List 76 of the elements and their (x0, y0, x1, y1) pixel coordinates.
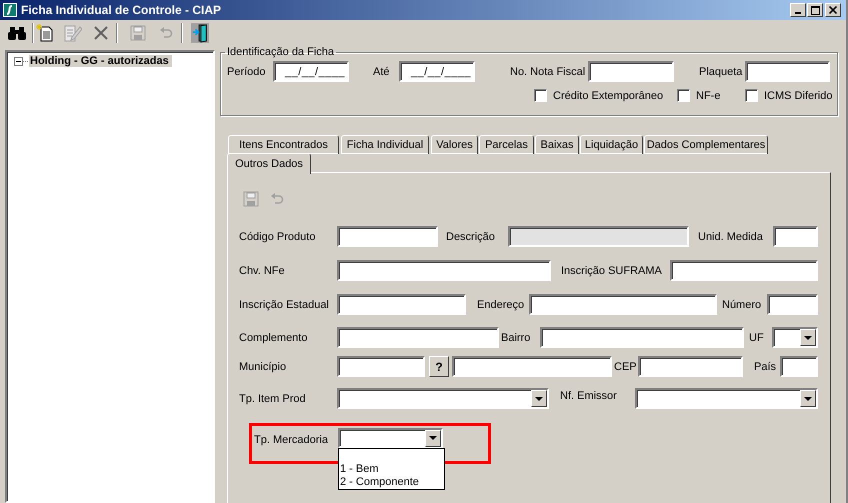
input-field[interactable] (780, 356, 818, 377)
maximize-button[interactable] (807, 3, 823, 17)
field-label: Inscrição Estadual (239, 298, 330, 310)
tab[interactable]: Itens Encontrados (228, 135, 339, 154)
input-field[interactable] (638, 356, 743, 377)
dropdown-button[interactable] (800, 329, 816, 346)
field-label: Tp. Item Prod (239, 392, 307, 404)
field-label: No. Nota Fiscal (510, 66, 586, 78)
close-icon (829, 6, 837, 14)
input-field[interactable] (337, 226, 438, 247)
maximize-icon (810, 6, 820, 14)
tab[interactable]: Outros Dados (227, 153, 311, 174)
field-label: Unid. Medida (698, 230, 764, 242)
input-field[interactable] (337, 327, 499, 348)
new-document-icon[interactable] (36, 24, 54, 42)
field-label: Município (239, 360, 288, 372)
exit-door-icon[interactable] (191, 22, 209, 44)
input-field[interactable] (337, 260, 551, 281)
collapse-icon[interactable] (14, 56, 23, 66)
dropdown-button[interactable] (531, 390, 547, 407)
dropdown-field[interactable] (338, 428, 443, 448)
field-label: Chv. NFe (239, 264, 286, 276)
input-field[interactable] (540, 327, 744, 348)
field-label: Bairro (501, 332, 532, 344)
field-label: Nf. Emissor (560, 390, 618, 402)
field-label: Código Produto (239, 230, 316, 242)
field-label: Complemento (239, 332, 308, 344)
binoculars-icon[interactable] (8, 25, 26, 41)
field-label: Até (373, 66, 391, 78)
field-label: CEP (614, 360, 637, 372)
window-title: Ficha Individual de Controle - CIAP (21, 3, 222, 17)
tab[interactable]: Ficha Individual (341, 135, 429, 154)
tab[interactable]: Baixas (535, 135, 579, 154)
minimize-button[interactable] (790, 3, 806, 17)
app-icon (3, 3, 17, 17)
input-field[interactable] (337, 356, 425, 377)
dropdown-field[interactable] (635, 388, 818, 409)
field-label: Tp. Mercadoria (254, 434, 329, 446)
input-field[interactable] (773, 226, 818, 247)
dropdown-button[interactable] (800, 390, 816, 407)
input-field[interactable] (767, 294, 818, 315)
checkbox-label: NF-e (696, 90, 720, 102)
field-label: Plaqueta (699, 66, 743, 78)
field-label: País (754, 360, 776, 372)
checkbox[interactable] (534, 89, 547, 102)
field-label: Número (722, 298, 762, 310)
field-label: UF (749, 332, 765, 344)
dropdown-field[interactable] (337, 388, 549, 409)
date-field[interactable]: __/__/____ (399, 61, 475, 82)
tab[interactable]: Parcelas (479, 135, 534, 154)
dropdown-button[interactable] (425, 430, 441, 446)
close-button[interactable] (825, 3, 841, 17)
input-field[interactable] (529, 294, 717, 315)
checkbox-label: ICMS Diferido (764, 90, 832, 102)
field-label: Período (227, 66, 267, 78)
field-label: Endereço (477, 298, 526, 310)
tree-item[interactable]: Holding - GG - autorizadas (29, 55, 172, 67)
input-field[interactable] (452, 356, 612, 377)
checkbox[interactable] (677, 89, 690, 102)
input-field[interactable] (670, 260, 818, 281)
input-field[interactable] (745, 61, 830, 82)
tab[interactable]: Liquidação (580, 135, 643, 154)
group-title: Identificação da Ficha (226, 46, 336, 58)
input-field[interactable] (337, 294, 466, 315)
checkbox-label: Crédito Extemporâneo (553, 90, 664, 102)
field-label: Descrição (446, 230, 496, 242)
dropdown-field[interactable] (772, 327, 818, 348)
input-field[interactable] (588, 61, 674, 82)
tab[interactable]: Dados Complementares (644, 135, 768, 154)
checkbox[interactable] (745, 89, 758, 102)
lookup-button[interactable]: ? (429, 356, 449, 377)
field-label: Inscrição SUFRAMA (561, 264, 663, 276)
dropdown-option[interactable]: 2 - Componente (339, 476, 444, 489)
date-field[interactable]: __/__/____ (273, 61, 349, 82)
dropdown-option[interactable]: 1 - Bem (339, 463, 444, 476)
tab[interactable]: Valores (431, 135, 478, 154)
